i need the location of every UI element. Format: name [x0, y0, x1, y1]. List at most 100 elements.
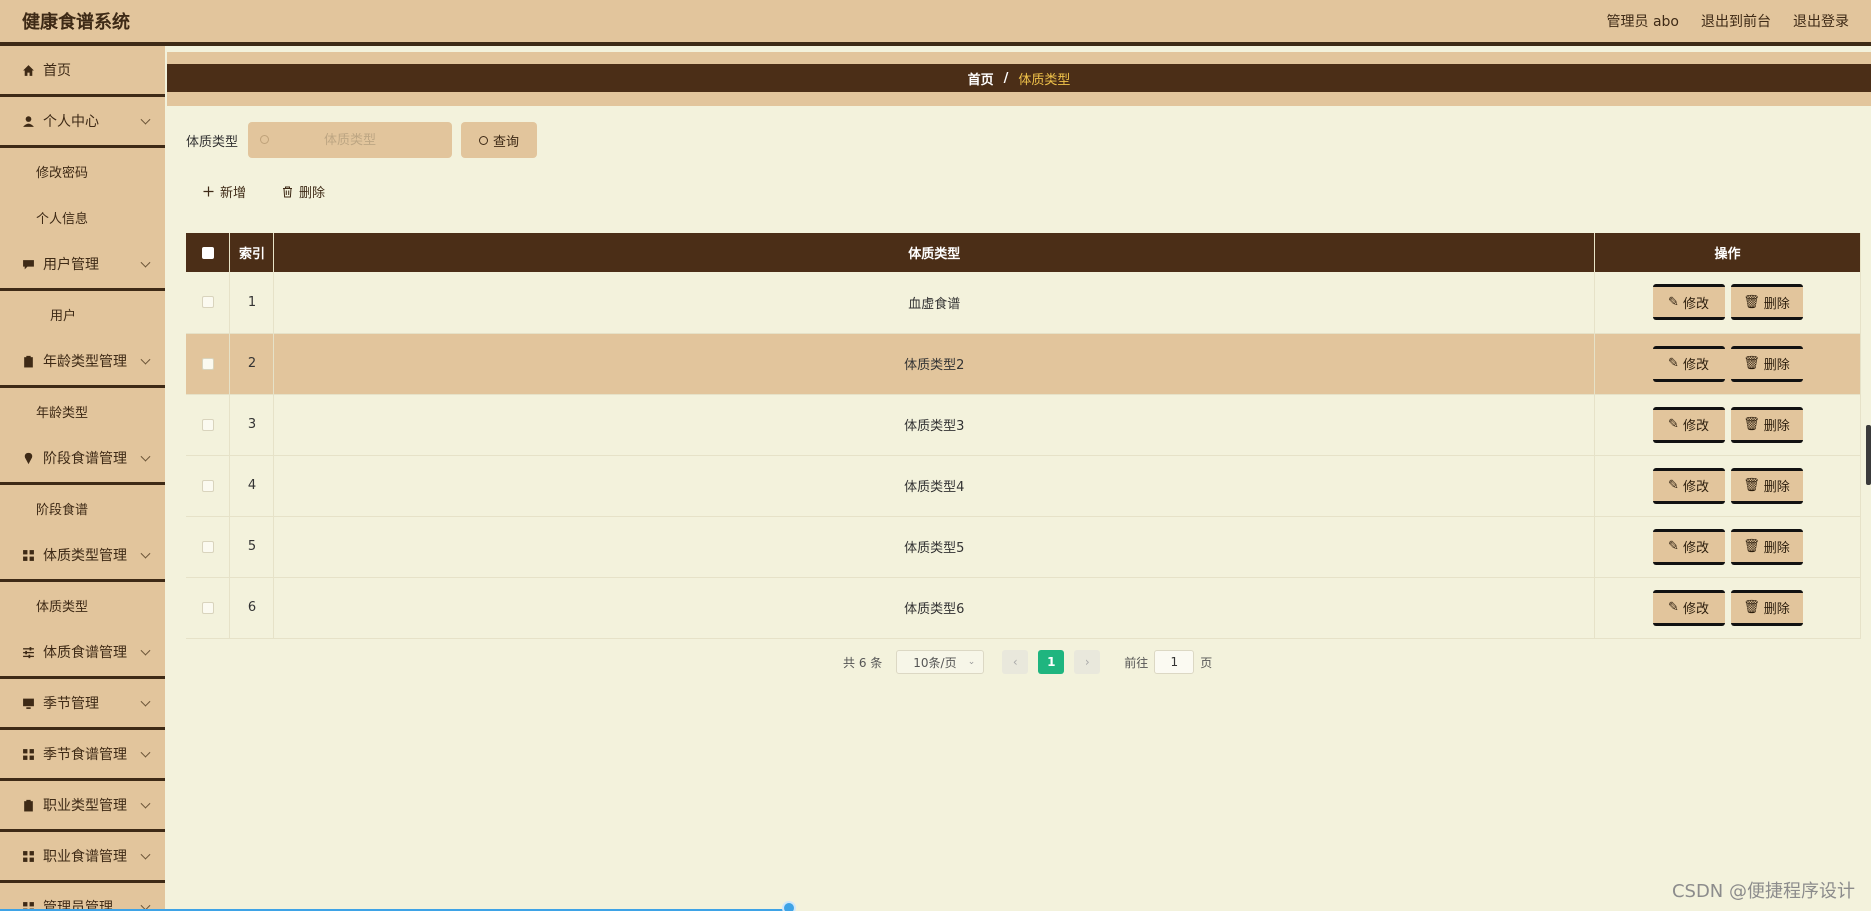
row-checkbox[interactable]: [201, 479, 214, 492]
delete-button[interactable]: 🗑 删除: [1730, 406, 1803, 443]
page-size-select[interactable]: 10条/页 ⌄: [896, 650, 985, 674]
sidebar-subitem-constitution-type[interactable]: 体质类型: [0, 582, 165, 628]
breadcrumb-separator: /: [1003, 70, 1009, 86]
row-checkbox[interactable]: [201, 601, 214, 614]
goto-page-input[interactable]: 1: [1154, 650, 1195, 674]
edit-button[interactable]: ✎ 修改: [1652, 284, 1725, 321]
sidebar-item-occupation-type-management[interactable]: 职业类型管理: [0, 781, 165, 832]
sidebar-item-label: 个人中心: [43, 114, 99, 130]
grid-icon: [23, 549, 34, 561]
chevron-down-icon: [140, 257, 151, 268]
chat-icon: [23, 259, 34, 269]
table-row: 1 血虚食谱 ✎ 修改 🗑 删除: [186, 272, 1861, 334]
search-label: 体质类型: [186, 134, 239, 150]
sidebar-item-constitution-type-management[interactable]: 体质类型管理: [0, 531, 165, 582]
sidebar-subitem-age-type[interactable]: 年龄类型: [0, 388, 165, 434]
delete-button[interactable]: 🗑 删除: [1730, 284, 1803, 321]
delete-button[interactable]: 🗑 删除: [1730, 467, 1803, 504]
delete-button[interactable]: 🗑 删除: [1730, 345, 1803, 382]
edit-icon: ✎: [1668, 417, 1679, 432]
next-page-button[interactable]: ›: [1074, 650, 1101, 674]
chevron-down-icon: [140, 114, 151, 125]
trash-icon: 🗑: [1743, 539, 1760, 554]
goto-suffix: 页: [1200, 655, 1213, 670]
column-header-type: 体质类型: [273, 233, 1596, 272]
edit-label: 修改: [1682, 419, 1709, 434]
breadcrumb-home[interactable]: 首页: [968, 69, 994, 88]
sidebar-subitem-stage-recipe[interactable]: 阶段食谱: [0, 485, 165, 531]
sidebar-item-user-management[interactable]: 用户管理: [0, 240, 165, 291]
scrollbar-thumb[interactable]: [1866, 425, 1871, 485]
current-user: 管理员 abo: [1606, 14, 1679, 30]
row-type: 体质类型2: [273, 333, 1596, 395]
sidebar-item-personal-center[interactable]: 个人中心: [0, 97, 165, 148]
app-title: 健康食谱系统: [22, 12, 130, 33]
plus-icon: [203, 186, 214, 197]
sidebar-item-age-type-management[interactable]: 年龄类型管理: [0, 337, 165, 388]
sidebar-item-season-recipe-management[interactable]: 季节食谱管理: [0, 730, 165, 781]
sidebar-item-label: 阶段食谱管理: [43, 451, 127, 467]
row-checkbox[interactable]: [201, 357, 214, 370]
search-icon: [260, 135, 270, 144]
toolbar: 新增 删除: [203, 182, 325, 201]
edit-button[interactable]: ✎ 修改: [1652, 406, 1725, 443]
sidebar-item-label: 职业食谱管理: [43, 849, 127, 865]
data-table: 索引 体质类型 操作 1 血虚食谱 ✎修改 🗑删除 2 体质类型2 ✎修改: [186, 233, 1861, 639]
delete-button[interactable]: 🗑 删除: [1730, 589, 1803, 626]
page-number-active[interactable]: 1: [1038, 650, 1065, 674]
logout-link[interactable]: 退出登录: [1793, 11, 1849, 31]
delete-label: 删除: [1763, 541, 1790, 556]
chevron-down-icon: [140, 548, 151, 559]
chevron-left-icon: ‹: [1012, 655, 1018, 669]
grid-icon: [23, 748, 34, 760]
header-actions: 管理员 abo 退出到前台 退出登录: [1607, 11, 1849, 31]
prev-page-button[interactable]: ‹: [1002, 650, 1029, 674]
delete-label: 删除: [1763, 480, 1790, 495]
sidebar-item-occupation-recipe-management[interactable]: 职业食谱管理: [0, 832, 165, 883]
main-content: 首页 / 体质类型 体质类型 查询 新增 删除: [167, 52, 1871, 911]
clipboard-icon: [24, 799, 33, 811]
table-row: 3 体质类型3 ✎ 修改 🗑 删除: [186, 394, 1861, 456]
sidebar-item-label: 季节食谱管理: [43, 747, 127, 763]
sidebar-subitem-users[interactable]: 用户: [0, 291, 165, 337]
delete-label: 删除: [1763, 602, 1790, 617]
search-input[interactable]: [275, 132, 426, 148]
sidebar-subitem-personal-info[interactable]: 个人信息: [0, 194, 165, 240]
edit-button[interactable]: ✎ 修改: [1652, 345, 1725, 382]
trash-icon: [283, 186, 293, 197]
delete-label: 删除: [1763, 419, 1790, 434]
user-icon: [23, 115, 34, 127]
add-button[interactable]: 新增: [203, 182, 246, 201]
back-to-front-link[interactable]: 退出到前台: [1701, 11, 1771, 31]
search-row: 体质类型 查询: [186, 122, 538, 158]
delete-button[interactable]: 🗑 删除: [1730, 528, 1803, 565]
sidebar-item-home[interactable]: 首页: [0, 46, 165, 97]
breadcrumb-current: 体质类型: [1018, 72, 1071, 88]
row-checkbox[interactable]: [201, 540, 214, 553]
bulk-delete-button[interactable]: 删除: [282, 182, 325, 201]
sidebar-item-season-management[interactable]: 季节管理: [0, 679, 165, 730]
progress-handle[interactable]: [782, 901, 796, 911]
row-checkbox[interactable]: [201, 418, 214, 431]
sidebar-item-admin-management[interactable]: 管理员管理: [0, 883, 165, 911]
table-header-row: 索引 体质类型 操作: [186, 233, 1861, 272]
sidebar-item-constitution-recipe-management[interactable]: 体质食谱管理: [0, 628, 165, 679]
breadcrumb-band: 首页 / 体质类型: [167, 52, 1871, 106]
edit-button[interactable]: ✎ 修改: [1652, 589, 1725, 626]
watermark: CSDN @便捷程序设计: [1671, 881, 1855, 902]
edit-button[interactable]: ✎ 修改: [1652, 467, 1725, 504]
chevron-down-icon: [140, 645, 151, 656]
sidebar-item-stage-recipe-management[interactable]: 阶段食谱管理: [0, 434, 165, 485]
breadcrumb: 首页 / 体质类型: [167, 64, 1871, 92]
sliders-icon: [23, 646, 34, 658]
query-button[interactable]: 查询: [461, 122, 538, 158]
sidebar-subitem-change-password[interactable]: 修改密码: [0, 148, 165, 194]
row-checkbox[interactable]: [201, 296, 214, 309]
edit-button[interactable]: ✎ 修改: [1652, 528, 1725, 565]
top-header: 健康食谱系统 管理员 abo 退出到前台 退出登录: [0, 0, 1871, 46]
edit-label: 修改: [1682, 602, 1709, 617]
row-index: 6: [229, 577, 275, 639]
select-all-checkbox[interactable]: [201, 246, 214, 259]
delete-label: 删除: [1763, 296, 1790, 312]
row-index: 3: [229, 394, 275, 456]
